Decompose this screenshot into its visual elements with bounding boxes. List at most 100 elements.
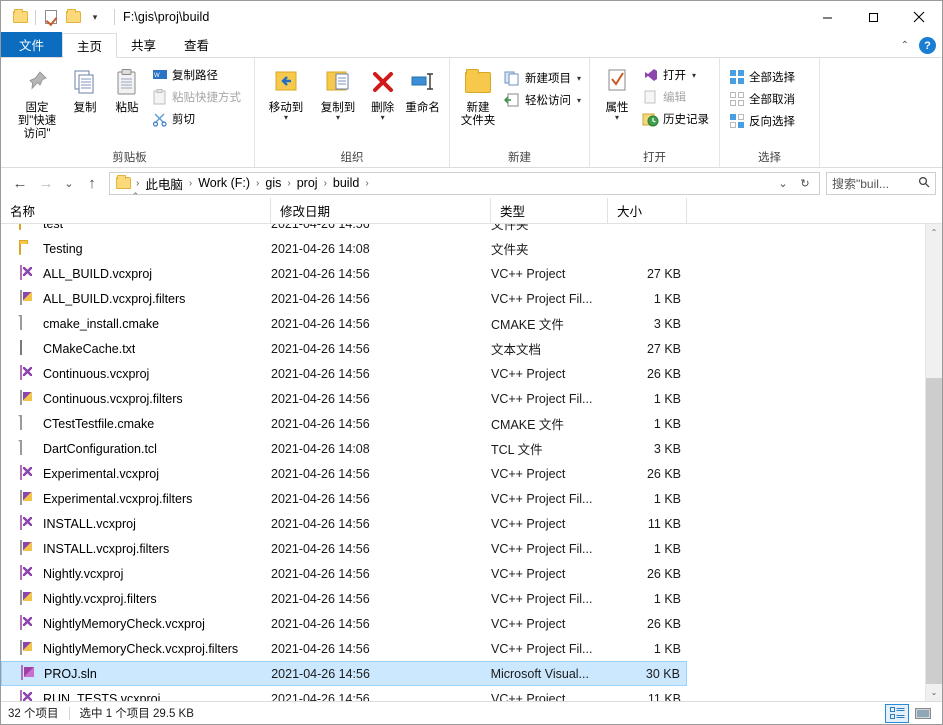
column-header-type[interactable]: 类型 bbox=[491, 197, 608, 224]
move-to-dropdown-icon[interactable]: ▾ bbox=[284, 114, 288, 122]
history-button[interactable]: 历史记录 bbox=[639, 108, 712, 130]
select-none-button[interactable]: 全部取消 bbox=[725, 88, 798, 110]
qat-properties-icon[interactable] bbox=[40, 6, 62, 28]
vcxproj-icon bbox=[19, 615, 36, 632]
file-explorer-window: ▾ F:\gis\proj\build 文件 主页 共享 查看 ⌃ ? 固定到"… bbox=[0, 0, 943, 725]
scrollbar-thumb[interactable] bbox=[926, 378, 942, 684]
copy-button[interactable]: 复制 bbox=[64, 61, 106, 115]
breadcrumb-item-gis[interactable]: gis bbox=[262, 176, 284, 190]
address-dropdown-chevron-icon[interactable]: ⌄ bbox=[773, 170, 793, 196]
column-header-size[interactable]: 大小 bbox=[608, 197, 687, 224]
qat-customize-chevron-icon[interactable]: ▾ bbox=[84, 6, 106, 28]
edit-button[interactable]: 编辑 bbox=[639, 86, 712, 108]
file-type: 文本文档 bbox=[491, 343, 542, 357]
close-button[interactable] bbox=[896, 1, 942, 33]
table-row[interactable]: cmake_install.cmake 2021-04-26 14:56 CMAKE… bbox=[1, 311, 687, 336]
table-row[interactable]: NightlyMemoryCheck.vcxproj 2021-04-26 14:… bbox=[1, 611, 687, 636]
scroll-up-arrow-icon[interactable]: ⌃ bbox=[926, 224, 942, 241]
open-button[interactable]: 打开 ▾ bbox=[639, 64, 712, 86]
table-row[interactable]: Testing 2021-04-26 14:08 文件夹 bbox=[1, 236, 687, 261]
vcxproj-icon bbox=[19, 515, 36, 532]
tab-share[interactable]: 共享 bbox=[117, 32, 170, 57]
table-row[interactable]: CMakeCache.txt 2021-04-26 14:56 文本文档 27 KB bbox=[1, 336, 687, 361]
cut-label: 剪切 bbox=[172, 114, 195, 126]
large-icons-view-button[interactable] bbox=[911, 704, 935, 723]
file-date: 2021-04-26 14:56 bbox=[271, 666, 370, 681]
scroll-down-arrow-icon[interactable]: ⌄ bbox=[926, 684, 942, 701]
scrollbar-track[interactable] bbox=[926, 241, 942, 684]
file-name: DartConfiguration.tcl bbox=[43, 441, 157, 456]
table-row[interactable]: INSTALL.vcxproj 2021-04-26 14:56 VC++ Proj… bbox=[1, 511, 687, 536]
tab-file[interactable]: 文件 bbox=[1, 32, 63, 57]
minimize-button[interactable] bbox=[804, 1, 850, 33]
column-header-date-modified[interactable]: 修改日期 bbox=[271, 197, 491, 224]
qat-folder-icon[interactable] bbox=[9, 6, 31, 28]
delete-button[interactable]: 删除 ▾ bbox=[364, 61, 401, 122]
properties-dropdown-icon[interactable]: ▾ bbox=[615, 114, 619, 122]
vertical-scrollbar[interactable]: ⌃ ⌄ bbox=[925, 224, 942, 701]
file-list[interactable]: test 2021-04-26 14:56 文件夹 Testing 2021-04… bbox=[1, 224, 925, 701]
edit-icon bbox=[642, 89, 659, 106]
file-size: 30 KB bbox=[645, 666, 680, 681]
table-row[interactable]: Nightly.vcxproj.filters 2021-04-26 14:56 V… bbox=[1, 586, 687, 611]
copy-to-dropdown-icon[interactable]: ▾ bbox=[336, 114, 340, 122]
open-dropdown-icon[interactable]: ▾ bbox=[692, 71, 696, 80]
paste-shortcut-button[interactable]: 粘贴快捷方式 bbox=[148, 86, 244, 108]
column-header-name[interactable]: ⌃ 名称 bbox=[1, 191, 271, 224]
file-type: 文件夹 bbox=[491, 243, 529, 257]
breadcrumb-item-proj[interactable]: proj bbox=[294, 176, 321, 190]
new-folder-label-line2: 文件夹 bbox=[460, 115, 496, 127]
rename-button[interactable]: 重命名 bbox=[401, 61, 444, 115]
details-view-button[interactable] bbox=[885, 703, 909, 723]
easy-access-dropdown-icon[interactable]: ▾ bbox=[577, 96, 581, 105]
move-to-button[interactable]: 移动到 ▾ bbox=[260, 61, 312, 122]
breadcrumb-item-build[interactable]: build bbox=[330, 176, 362, 190]
new-item-button[interactable]: 新建项目 ▾ bbox=[501, 67, 584, 89]
easy-access-button[interactable]: 轻松访问 ▾ bbox=[501, 89, 584, 111]
ribbon-tab-strip: 文件 主页 共享 查看 ⌃ ? bbox=[1, 32, 942, 58]
table-row[interactable]: test 2021-04-26 14:56 文件夹 bbox=[1, 224, 687, 236]
table-row[interactable]: Continuous.vcxproj.filters 2021-04-26 14:… bbox=[1, 386, 687, 411]
table-row[interactable]: ALL_BUILD.vcxproj.filters 2021-04-26 14:5… bbox=[1, 286, 687, 311]
table-row[interactable]: NightlyMemoryCheck.vcxproj.filters 2021-0… bbox=[1, 636, 687, 661]
table-row[interactable]: Experimental.vcxproj.filters 2021-04-26 1… bbox=[1, 486, 687, 511]
help-icon[interactable]: ? bbox=[919, 37, 936, 54]
tab-home[interactable]: 主页 bbox=[62, 33, 118, 58]
collapse-ribbon-chevron-icon[interactable]: ⌃ bbox=[901, 40, 909, 51]
cut-button[interactable]: 剪切 bbox=[148, 108, 244, 130]
file-name: NightlyMemoryCheck.vcxproj.filters bbox=[43, 641, 239, 656]
file-name-cell: Testing bbox=[1, 240, 271, 257]
invert-selection-button[interactable]: 反向选择 bbox=[725, 110, 798, 132]
paste-button[interactable]: 粘贴 bbox=[106, 61, 148, 115]
table-row[interactable]: Continuous.vcxproj 2021-04-26 14:56 VC++ P… bbox=[1, 361, 687, 386]
qat-new-folder-icon[interactable] bbox=[62, 6, 84, 28]
new-folder-icon bbox=[464, 65, 491, 99]
new-folder-button[interactable]: 新建 文件夹 bbox=[455, 61, 501, 128]
table-row[interactable]: CTestTestfile.cmake 2021-04-26 14:56 CMAKE… bbox=[1, 411, 687, 436]
pin-to-quick-access-button[interactable]: 固定到"快速访问" bbox=[10, 61, 64, 141]
delete-dropdown-icon[interactable]: ▾ bbox=[381, 114, 385, 122]
table-row[interactable]: RUN_TESTS.vcxproj 2021-04-26 14:56 VC++ Pr… bbox=[1, 686, 687, 701]
search-input[interactable]: 搜索"buil... bbox=[826, 171, 936, 195]
file-type: VC++ Project Fil... bbox=[491, 491, 593, 506]
table-row[interactable]: DartConfiguration.tcl 2021-04-26 14:08 TCL… bbox=[1, 436, 687, 461]
file-name-cell: RUN_TESTS.vcxproj bbox=[1, 690, 271, 701]
maximize-button[interactable] bbox=[850, 1, 896, 33]
properties-button[interactable]: 属性 ▾ bbox=[595, 61, 639, 122]
tab-view[interactable]: 查看 bbox=[170, 32, 223, 57]
new-item-dropdown-icon[interactable]: ▾ bbox=[577, 74, 581, 83]
sln-icon bbox=[20, 665, 37, 682]
refresh-button[interactable]: ↻ bbox=[795, 170, 815, 196]
doc-icon bbox=[19, 440, 36, 457]
table-row[interactable]: Nightly.vcxproj 2021-04-26 14:56 VC++ Proj… bbox=[1, 561, 687, 586]
table-row-selected[interactable]: PROJ.sln 2021-04-26 14:56 Microsoft Visual… bbox=[1, 661, 687, 686]
copy-to-button[interactable]: 复制到 ▾ bbox=[312, 61, 364, 122]
table-row[interactable]: Experimental.vcxproj 2021-04-26 14:56 VC++… bbox=[1, 461, 687, 486]
table-row[interactable]: ALL_BUILD.vcxproj 2021-04-26 14:56 VC++ Pr… bbox=[1, 261, 687, 286]
select-all-button[interactable]: 全部选择 bbox=[725, 66, 798, 88]
copy-label: 复制 bbox=[73, 102, 97, 114]
table-row[interactable]: INSTALL.vcxproj.filters 2021-04-26 14:56 V… bbox=[1, 536, 687, 561]
copy-path-button[interactable]: W 复制路径 bbox=[148, 64, 244, 86]
file-type: VC++ Project bbox=[491, 516, 566, 531]
breadcrumb-item-work-f[interactable]: Work (F:) bbox=[195, 176, 253, 190]
